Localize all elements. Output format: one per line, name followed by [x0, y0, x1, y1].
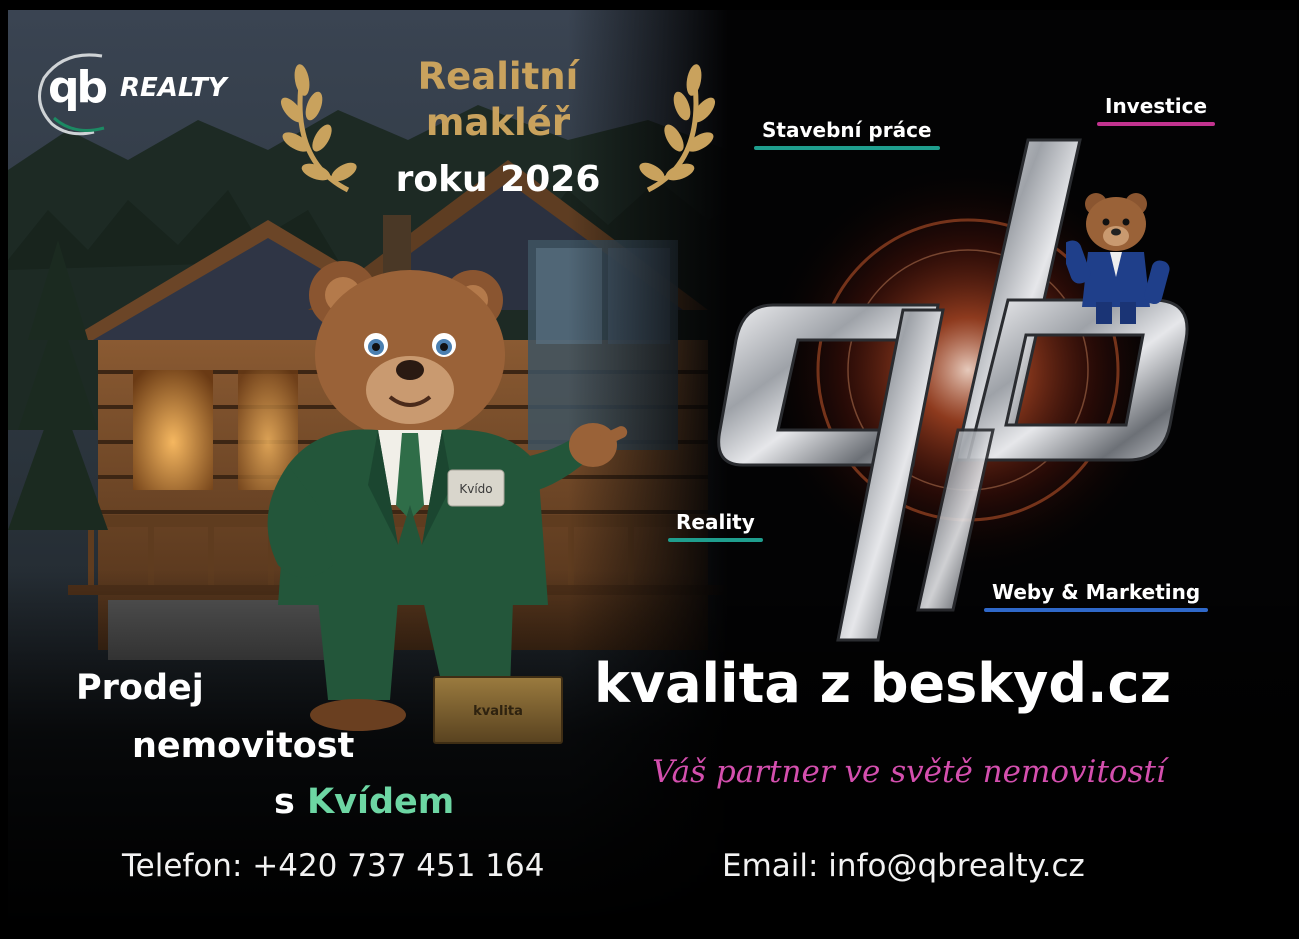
- award-line-1: Realitní: [417, 55, 579, 98]
- bear-mascot-kvido: Kvído: [267, 261, 628, 731]
- award-line-2: makléř: [425, 101, 571, 144]
- promo-prefix: s: [274, 782, 295, 822]
- domain-heading[interactable]: kvalita z beskyd.cz: [594, 650, 1171, 718]
- service-label: Investice: [1105, 94, 1208, 118]
- award-title: Realitní makléř: [368, 54, 628, 146]
- tag-underline: [1097, 122, 1216, 126]
- service-tag-construction[interactable]: Stavební práce: [754, 118, 940, 150]
- promo-highlight: Kvídem: [307, 782, 455, 822]
- award-year: roku 2026: [395, 159, 601, 200]
- tag-underline: [754, 146, 940, 150]
- promo-line-3: s Kvídem: [274, 780, 454, 824]
- qb-realty-logo[interactable]: qb REALTY: [34, 48, 274, 138]
- promo-line-1: Prodej: [76, 668, 204, 708]
- slogan: Váš partner ve světě nemovitostí: [652, 754, 1166, 790]
- name-badge-text: Kvído: [459, 482, 492, 496]
- logo-glyphs: qb: [48, 62, 108, 113]
- phone-contact[interactable]: Telefon: +420 737 451 164: [122, 848, 544, 884]
- pedestal-label: kvalita: [473, 704, 523, 719]
- service-tag-reality[interactable]: Reality: [668, 510, 763, 542]
- service-label: Stavební práce: [762, 118, 932, 142]
- service-tag-web-marketing[interactable]: Weby & Marketing: [984, 580, 1209, 612]
- tag-underline: [984, 608, 1209, 612]
- service-tag-investment[interactable]: Investice: [1097, 94, 1216, 126]
- advertisement-banner: qb REALTY Realitní makléř roku 2026 Stav…: [8, 10, 1297, 932]
- email-contact[interactable]: Email: info@qbrealty.cz: [722, 848, 1085, 884]
- logo-text: REALTY: [120, 73, 227, 103]
- promo-line-2: nemovitost: [132, 726, 355, 766]
- service-label: Reality: [676, 510, 755, 534]
- small-bear-mascot: [1066, 193, 1170, 324]
- tag-underline: [668, 538, 763, 542]
- service-label: Weby & Marketing: [992, 580, 1201, 604]
- kvalita-pedestal: kvalita: [433, 676, 563, 744]
